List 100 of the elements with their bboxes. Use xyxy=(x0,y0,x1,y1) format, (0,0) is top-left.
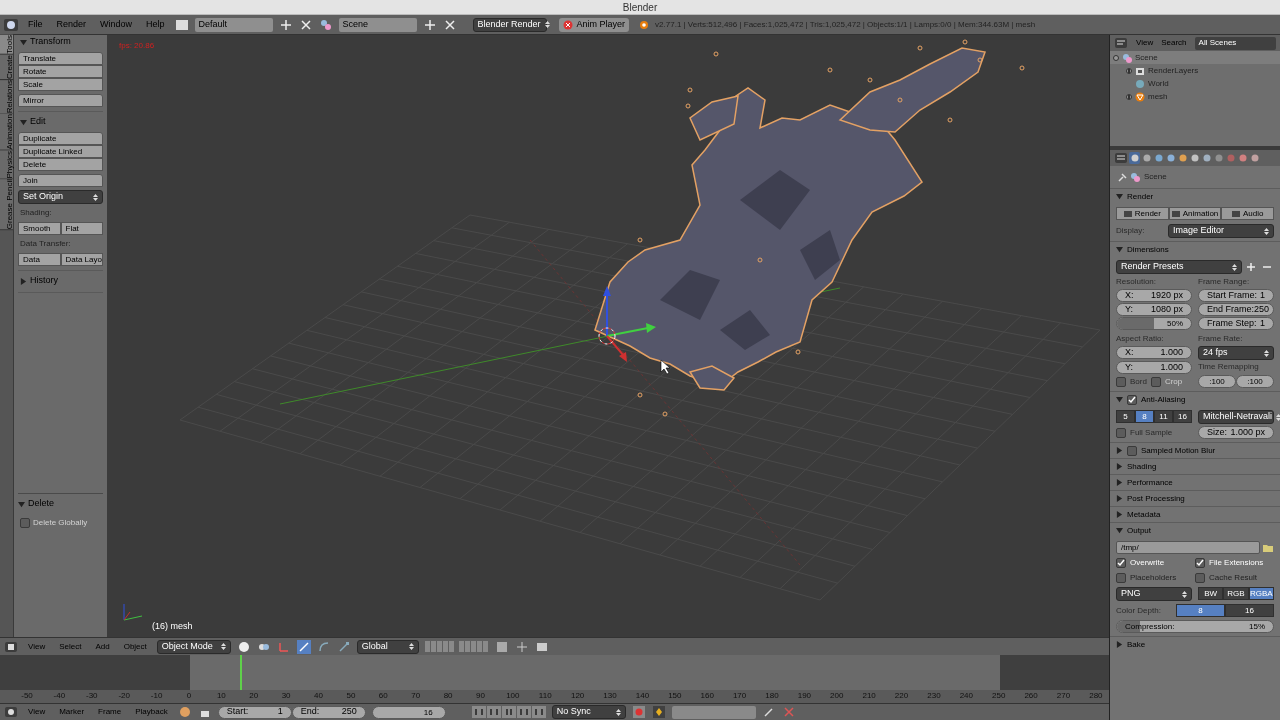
checkbox[interactable] xyxy=(1116,573,1126,583)
layout-field[interactable]: Default xyxy=(194,17,273,32)
info-icon[interactable] xyxy=(4,17,18,32)
scene-field[interactable]: Scene xyxy=(338,17,417,32)
segment-button[interactable]: RGBA xyxy=(1248,587,1274,600)
expand-toggle-icon[interactable] xyxy=(1126,93,1132,100)
remap-field[interactable]: :100 xyxy=(1236,375,1274,388)
start-frame-field[interactable]: Start Frame: 1 xyxy=(1198,289,1274,302)
segment-button[interactable]: 8 xyxy=(1135,410,1154,423)
tree-row[interactable]: Scene xyxy=(1110,51,1280,64)
presets-dropdown[interactable]: Render Presets xyxy=(1116,260,1242,274)
vertical-tab[interactable]: Grease Pencil xyxy=(0,179,13,231)
panel-header[interactable]: Delete xyxy=(18,497,103,511)
panel-header[interactable]: Performance xyxy=(1116,476,1173,489)
record-icon[interactable] xyxy=(631,705,646,719)
tool-button[interactable]: Rotate xyxy=(18,65,103,78)
checkbox[interactable] xyxy=(20,518,30,528)
tool-button[interactable]: Smooth xyxy=(18,222,61,235)
tool-button[interactable]: Scale xyxy=(18,78,103,91)
panel-header[interactable]: Anti-Aliasing xyxy=(1116,393,1186,406)
properties-icon[interactable] xyxy=(1114,151,1128,165)
tool-button[interactable]: Duplicate Linked xyxy=(18,145,103,158)
aspect-x-field[interactable]: X: 1.000 xyxy=(1116,346,1192,359)
resolution-y-field[interactable]: Y: 1080 px xyxy=(1116,303,1192,316)
context-tab[interactable] xyxy=(1153,152,1164,164)
outliner-icon[interactable] xyxy=(1114,36,1128,50)
context-tab[interactable] xyxy=(1177,152,1188,164)
panel-header[interactable]: Post Processing xyxy=(1116,492,1185,505)
segment-button[interactable]: 16 xyxy=(1173,410,1192,423)
tool-button[interactable]: Translate xyxy=(18,52,103,65)
remap-field[interactable]: :100 xyxy=(1198,375,1236,388)
anim-player-button[interactable]: Anim Player xyxy=(558,17,630,32)
context-tab[interactable] xyxy=(1249,152,1260,164)
end-frame-field[interactable]: End: 250 xyxy=(291,705,366,719)
sync-dropdown[interactable]: No Sync xyxy=(551,705,626,719)
preview-range-icon[interactable] xyxy=(177,705,192,719)
orientation-dropdown[interactable]: Global xyxy=(356,639,419,654)
checkbox[interactable] xyxy=(1127,394,1137,405)
display-dropdown[interactable]: Image Editor xyxy=(1168,224,1274,238)
panel-header[interactable]: Output xyxy=(1116,524,1151,537)
expand-toggle-icon[interactable] xyxy=(1113,54,1119,61)
panel-header[interactable]: History xyxy=(18,274,103,288)
sphere-icon[interactable] xyxy=(236,639,251,654)
expand-toggle-icon[interactable] xyxy=(1126,67,1132,74)
pin-icon[interactable] xyxy=(1118,172,1127,182)
panel-header[interactable]: Metadata xyxy=(1116,508,1161,521)
start-frame-field[interactable]: Start: 1 xyxy=(217,705,292,719)
file-format-dropdown[interactable]: PNG xyxy=(1116,587,1192,601)
vertical-tab[interactable]: Physics xyxy=(0,150,13,180)
segment-button[interactable]: 5 xyxy=(1116,410,1135,423)
tool-button[interactable]: Data xyxy=(18,253,61,266)
render-engine-dropdown[interactable]: Blender Render xyxy=(472,17,547,32)
filter-size-field[interactable]: Size: 1.000 px xyxy=(1198,426,1274,439)
checkbox[interactable] xyxy=(1195,573,1205,583)
context-tab[interactable] xyxy=(1213,152,1224,164)
checkbox[interactable] xyxy=(1116,427,1126,438)
tool-button[interactable]: Delete xyxy=(18,158,103,171)
clock-icon[interactable] xyxy=(4,705,18,719)
segment-button[interactable]: 8 xyxy=(1176,604,1225,617)
output-path-field[interactable]: /tmp/ xyxy=(1116,541,1260,554)
tool-button[interactable]: Join xyxy=(18,174,103,187)
scene-icon[interactable] xyxy=(318,17,333,32)
panel-header[interactable]: Dimensions xyxy=(1116,243,1169,256)
keying-set-field[interactable] xyxy=(671,705,756,719)
tool-button[interactable]: Mirror xyxy=(18,94,103,107)
panel-header[interactable]: Sampled Motion Blur xyxy=(1116,444,1216,457)
vertical-tab[interactable]: Create xyxy=(0,54,13,80)
layers-icon[interactable] xyxy=(424,640,489,653)
vertical-tab[interactable]: Tools xyxy=(0,35,13,55)
panel-header[interactable]: Edit xyxy=(18,115,103,129)
context-tab[interactable] xyxy=(1201,152,1212,164)
vertical-tab[interactable]: Relations xyxy=(0,79,13,115)
add-icon[interactable] xyxy=(278,17,293,32)
filter-dropdown[interactable]: All Scenes xyxy=(1194,36,1276,50)
context-tab[interactable] xyxy=(1237,152,1248,164)
layers-icon[interactable] xyxy=(494,639,509,654)
checkbox[interactable] xyxy=(1127,445,1137,456)
render-mode-button[interactable]: Animation xyxy=(1168,207,1222,220)
add-icon[interactable] xyxy=(1244,260,1258,274)
segment-button[interactable]: 11 xyxy=(1154,410,1173,423)
segment-button[interactable]: RGB xyxy=(1223,587,1249,600)
compression-slider[interactable]: Compression: 15% xyxy=(1116,620,1274,633)
panel-header[interactable]: Transform xyxy=(18,35,103,49)
current-frame-field[interactable]: 16 xyxy=(371,705,446,719)
checkbox[interactable] xyxy=(1195,558,1205,568)
vertical-tab[interactable]: Animation xyxy=(0,114,13,151)
panel-header[interactable]: Shading xyxy=(1116,460,1157,473)
context-tab[interactable] xyxy=(1141,152,1152,164)
tool-button[interactable]: Flat xyxy=(60,222,103,235)
context-tab[interactable] xyxy=(1165,152,1176,164)
panel-header[interactable]: Bake xyxy=(1116,638,1146,651)
segment-button[interactable]: 16 xyxy=(1225,604,1274,617)
keyframe-icon[interactable] xyxy=(651,705,666,719)
close-icon[interactable] xyxy=(298,17,313,32)
context-tab[interactable] xyxy=(1129,152,1140,164)
frame-step-field[interactable]: Frame Step: 1 xyxy=(1198,317,1274,330)
tool-button[interactable]: Data Layo xyxy=(60,253,103,266)
segment-button[interactable]: BW xyxy=(1198,587,1224,600)
resolution-percent-slider[interactable]: 50% xyxy=(1116,317,1192,330)
pause-icon[interactable] xyxy=(501,705,516,719)
